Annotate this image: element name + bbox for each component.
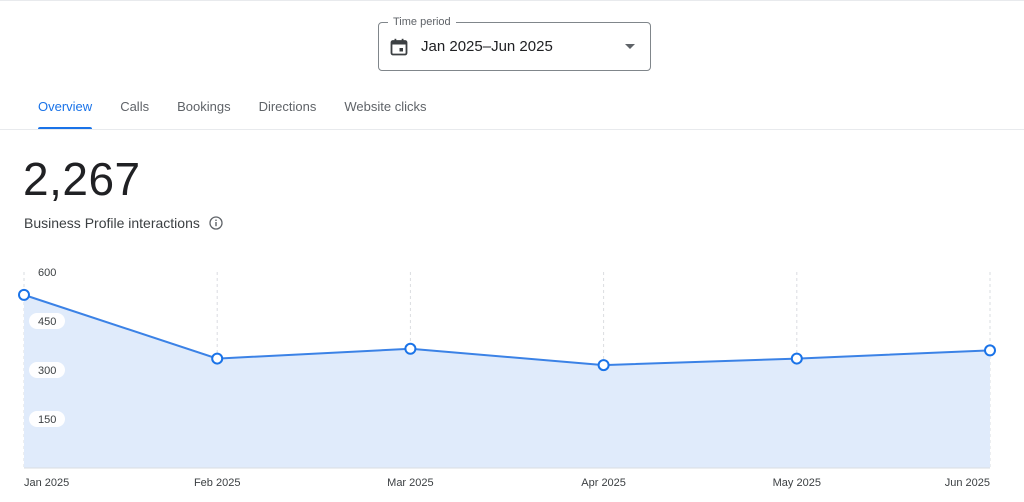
data-point-1 — [211, 352, 224, 365]
interactions-label: Business Profile interactions — [24, 215, 200, 231]
data-point-3 — [597, 359, 610, 372]
data-point-5 — [984, 344, 996, 357]
y-tick-label: 150 — [38, 414, 56, 426]
time-period-select[interactable]: Time period Jan 2025–Jun 2025 — [378, 15, 651, 71]
x-tick-label-3: Apr 2025 — [581, 477, 626, 489]
interactions-label-row: Business Profile interactions — [24, 214, 223, 232]
tab-website-clicks[interactable]: Website clicks — [330, 96, 440, 130]
x-tick-label-4: May 2025 — [773, 477, 821, 489]
y-tick-label: 300 — [38, 365, 56, 377]
y-tick-label: 600 — [38, 267, 56, 279]
x-tick-label-2: Mar 2025 — [387, 477, 433, 489]
chevron-down-icon — [625, 44, 635, 49]
metric-tabs: Overview Calls Bookings Directions Websi… — [24, 96, 441, 130]
y-tick-600: 600 — [38, 267, 56, 279]
x-tick-label-0: Jan 2025 — [24, 477, 69, 489]
tab-bookings[interactable]: Bookings — [163, 96, 244, 130]
data-point-2 — [404, 342, 417, 355]
x-tick-label-1: Feb 2025 — [194, 477, 240, 489]
time-period-label: Time period — [388, 15, 456, 29]
area-fill — [24, 294, 990, 468]
x-tick-label-5: Jun 2025 — [945, 477, 990, 489]
tab-overview[interactable]: Overview — [24, 96, 106, 130]
y-tick-300: 300 — [29, 362, 65, 378]
data-point-0 — [18, 288, 30, 301]
data-point-4 — [790, 352, 803, 365]
y-tick-450: 450 — [29, 313, 65, 329]
time-period-value: Jan 2025–Jun 2025 — [421, 38, 553, 55]
tab-calls[interactable]: Calls — [106, 96, 163, 130]
calendar-icon — [390, 38, 408, 56]
tabs-divider — [0, 129, 1024, 130]
y-tick-150: 150 — [29, 411, 65, 427]
top-divider — [0, 0, 1024, 1]
tab-directions[interactable]: Directions — [245, 96, 331, 130]
interactions-total: 2,267 — [23, 153, 141, 205]
y-tick-label: 450 — [38, 316, 56, 328]
info-icon[interactable] — [209, 216, 223, 230]
interactions-chart: 150 300 450 600 Jan 2025 Feb 2025 Mar 2025 Apr … — [18, 267, 996, 489]
